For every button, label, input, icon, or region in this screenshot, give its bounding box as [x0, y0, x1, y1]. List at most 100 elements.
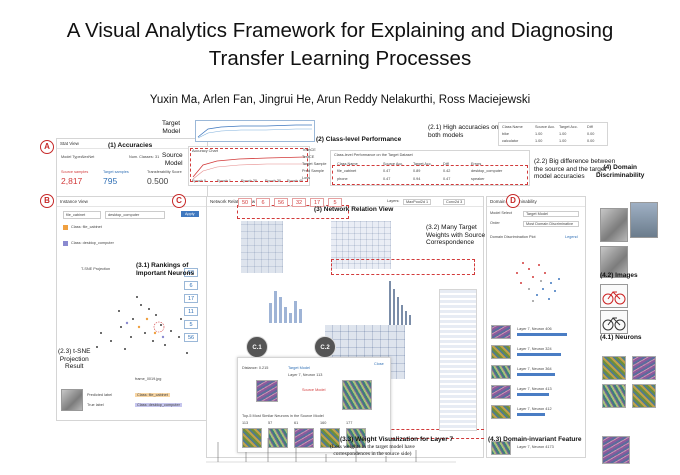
- small-row1-0: calculator: [502, 139, 519, 143]
- marker-c: C: [172, 194, 186, 208]
- distance-label: Distance: 0.215: [242, 366, 269, 370]
- bike-image-0: [600, 284, 628, 308]
- target-weights-highlight: [331, 259, 475, 275]
- small-row1-3: 0.00: [587, 139, 595, 143]
- apply-button[interactable]: Apply: [181, 211, 199, 217]
- source-count: 2,817: [61, 176, 83, 186]
- chip-left-2: 17: [184, 294, 198, 303]
- neuron-label-3: Layer 7, Neuron 413: [517, 387, 552, 391]
- neuron-thumb-3: [491, 385, 511, 399]
- conv-select[interactable]: Conv2d 3: [443, 199, 466, 205]
- domain-invariant-large: [602, 436, 630, 464]
- neuron-large-0: [602, 356, 626, 380]
- annotation-target-model: Target Model: [162, 120, 181, 135]
- frame-name: frame_0019.jpg: [135, 377, 162, 381]
- chip-top-3: 32: [292, 198, 306, 207]
- neuron-thumb-4: [491, 405, 511, 419]
- model-type-label: Model Type:: [61, 155, 82, 159]
- marker-c2: C.2: [314, 336, 336, 358]
- paper-authors: Yuxin Ma, Arlen Fan, Jingrui He, Arun Re…: [149, 94, 531, 106]
- chip-top-1: 6: [256, 198, 270, 207]
- class2-swatch: [63, 241, 68, 246]
- transferability-score: 0.500: [147, 176, 169, 186]
- neuron-bar-0: [517, 333, 567, 336]
- annotation-neurons: (4.1) Neurons: [600, 334, 642, 341]
- order-select[interactable]: Most Domain Discriminative: [523, 221, 579, 227]
- chip-left-3: 11: [184, 307, 198, 316]
- high-accuracy-table: Class Name Source Acc. Target Acc. Diff …: [498, 122, 608, 146]
- target-neuron-texture: [256, 380, 278, 402]
- small-row0-1: 1.00: [535, 132, 543, 136]
- legend-item-3: Pred Sample: [302, 169, 324, 173]
- domain-view-panel: Domain Discriminability Model Select Tar…: [486, 196, 586, 458]
- annotation-high-acc: (2.1) High accuracies on both models: [428, 124, 499, 139]
- neuron-label-2: Layer 7, Neuron 364: [517, 367, 552, 371]
- neuron-large-2: [602, 384, 626, 408]
- annotation-class-level: (2) Class-level Performance: [316, 136, 402, 143]
- annotation-accuracies: (1) Accuracies: [108, 142, 153, 149]
- small-header-0: Class Name: [502, 125, 523, 129]
- class1-label: Class: file_cabinet: [71, 225, 102, 229]
- transferability-label: Transferability Score: [147, 170, 182, 174]
- histogram-right: [389, 281, 411, 325]
- legend-item-2: Target Sample: [302, 162, 327, 166]
- neuron-bar-2: [517, 373, 555, 376]
- source-model-label: Source Model: [302, 388, 326, 392]
- histogram-left: [269, 291, 302, 323]
- annotation-rankings: (3.1) Rankings of Important Neurons: [136, 262, 195, 277]
- legend-link[interactable]: Legend: [565, 235, 578, 239]
- target-count: 795: [103, 176, 118, 186]
- source-samples-label: Source samples: [61, 170, 89, 174]
- annotation-images: (4.2) Images: [600, 272, 638, 279]
- small-header-3: Diff: [587, 125, 593, 129]
- model-select[interactable]: Target Model: [523, 211, 579, 217]
- annotation-source-model: Source Model: [162, 152, 183, 167]
- order-label: Order: [490, 221, 500, 225]
- source-chart-highlight: [190, 148, 308, 182]
- annotation-network-view: (3) Network Relation View: [314, 206, 394, 213]
- neuron-label-0: Layer 7, Neuron 406: [517, 327, 552, 331]
- teaser-figure: Stat View Model Type: AlexNet Num. Class…: [40, 118, 660, 468]
- predicted-label: Predicted label: [87, 393, 113, 397]
- domain-view-title: Domain Discriminability: [487, 197, 585, 207]
- class1-swatch: [63, 225, 68, 230]
- annotation-weight-vis: (3.3) Weight Visualization for Layer 7: [340, 436, 454, 443]
- close-link[interactable]: Close: [374, 362, 384, 366]
- class-select-1[interactable]: file_cabinet: [63, 211, 101, 219]
- domain-image-0: [600, 208, 628, 242]
- plot-title: Domain Discrimination Plot: [490, 235, 536, 239]
- weight-column: [439, 289, 477, 431]
- source-neuron-texture: [342, 380, 372, 410]
- neuron-bar-1: [517, 353, 561, 356]
- class2-label: Class: desktop_computer: [71, 241, 114, 245]
- annotation-tsne: (2.3) t-SNE Projection Result: [58, 348, 91, 370]
- neuron-thumb-1: [491, 345, 511, 359]
- legend-item-1: TestCE: [302, 155, 315, 159]
- top5-id-0: 113: [242, 421, 249, 425]
- neuron-large-3: [632, 384, 656, 408]
- neuron-thumb-0: [491, 325, 511, 339]
- top5-id-3: 160: [320, 421, 327, 425]
- small-header-2: Target Acc.: [559, 125, 578, 129]
- layer-select[interactable]: MaxPool2d 1: [403, 199, 432, 205]
- small-row0-3: 0.00: [587, 132, 595, 136]
- class-select-2[interactable]: desktop_computer: [105, 211, 165, 219]
- top5-title: Top-5 Most Similar Neurons in the Source…: [242, 414, 324, 418]
- small-row0-0: bike: [502, 132, 509, 136]
- neuron-large-1: [632, 356, 656, 380]
- top5-id-4: 177: [346, 421, 353, 425]
- small-row0-2: 1.00: [559, 132, 567, 136]
- paper-title-line-2: Transfer Learning Processes: [208, 47, 472, 70]
- legend-item-4: Loss: [302, 176, 311, 180]
- target-accuracy-chart: [195, 120, 315, 142]
- num-classes-value: 31: [155, 155, 160, 159]
- target-accuracy-line: [197, 124, 312, 139]
- chip-top-2: 56: [274, 198, 288, 207]
- top5-id-1: 57: [268, 421, 273, 425]
- marker-b: B: [40, 194, 54, 208]
- small-row1-1: 1.00: [535, 139, 543, 143]
- chip-left-4: 5: [184, 320, 198, 329]
- class-perf-title: Class-level Performance on the Target Da…: [334, 153, 413, 157]
- marker-d: D: [506, 194, 520, 208]
- tsne-title: T-SNE Projection: [81, 267, 111, 271]
